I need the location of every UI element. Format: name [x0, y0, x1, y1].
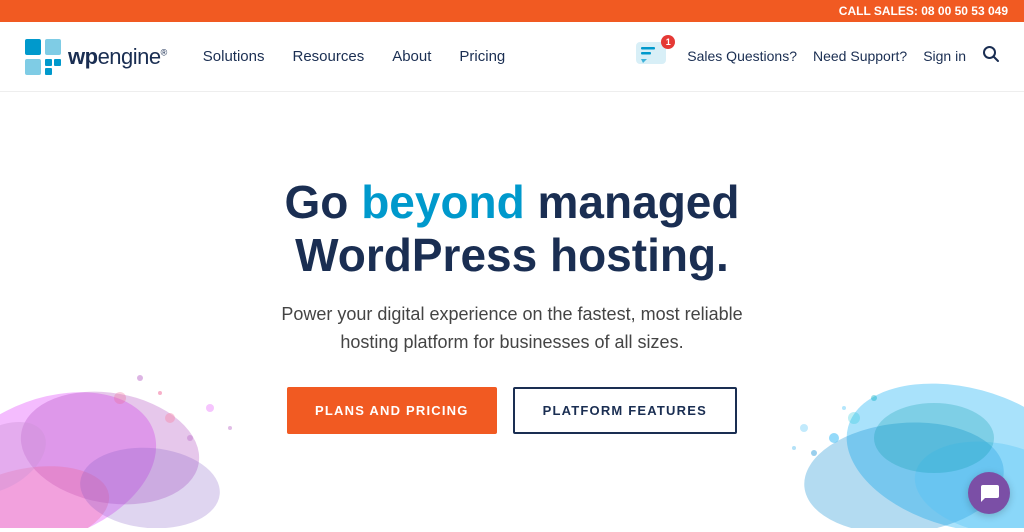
nav-need-support[interactable]: Need Support? [813, 48, 907, 64]
nav-resources[interactable]: Resources [293, 48, 365, 65]
platform-features-button[interactable]: PLATFORM FEATURES [513, 387, 737, 434]
logo[interactable]: wpengine® [24, 38, 167, 76]
hero-section: Go beyond managed WordPress hosting. Pow… [0, 92, 1024, 528]
heading-line2: WordPress hosting. [295, 229, 729, 281]
call-sales-label: CALL SALES: [839, 4, 918, 18]
nav-right: 1 Sales Questions? Need Support? Sign in [635, 39, 1000, 75]
nav-sign-in[interactable]: Sign in [923, 48, 966, 64]
nav-right-links: Sales Questions? Need Support? Sign in [687, 48, 966, 66]
top-bar: CALL SALES: 08 00 50 53 049 [0, 0, 1024, 22]
nav-sales-questions[interactable]: Sales Questions? [687, 48, 797, 64]
hero-heading: Go beyond managed WordPress hosting. [285, 176, 740, 282]
phone-number: 08 00 50 53 049 [921, 4, 1008, 18]
hero-buttons: PLANS AND PRICING PLATFORM FEATURES [287, 387, 737, 434]
plans-pricing-button[interactable]: PLANS AND PRICING [287, 387, 497, 434]
search-icon [982, 45, 1000, 63]
chat-icon-wrap[interactable]: 1 [635, 39, 671, 75]
hero-subtext: Power your digital experience on the fas… [252, 300, 772, 358]
heading-part1: Go [285, 176, 362, 228]
navbar: wpengine® Solutions Resources About Pric… [0, 22, 1024, 92]
logo-icon [24, 38, 62, 76]
chat-badge: 1 [661, 35, 675, 49]
nav-about[interactable]: About [392, 48, 431, 65]
main-nav: Solutions Resources About Pricing [203, 48, 505, 66]
heading-accent: beyond [361, 176, 525, 228]
splash-left [0, 268, 290, 528]
heading-part2: managed [525, 176, 740, 228]
logo-text: wpengine® [68, 44, 167, 70]
chat-bubble-button[interactable] [968, 472, 1010, 514]
chat-bubble-icon [978, 482, 1000, 504]
nav-solutions[interactable]: Solutions [203, 48, 265, 65]
search-button[interactable] [982, 45, 1000, 68]
nav-pricing[interactable]: Pricing [459, 48, 505, 65]
